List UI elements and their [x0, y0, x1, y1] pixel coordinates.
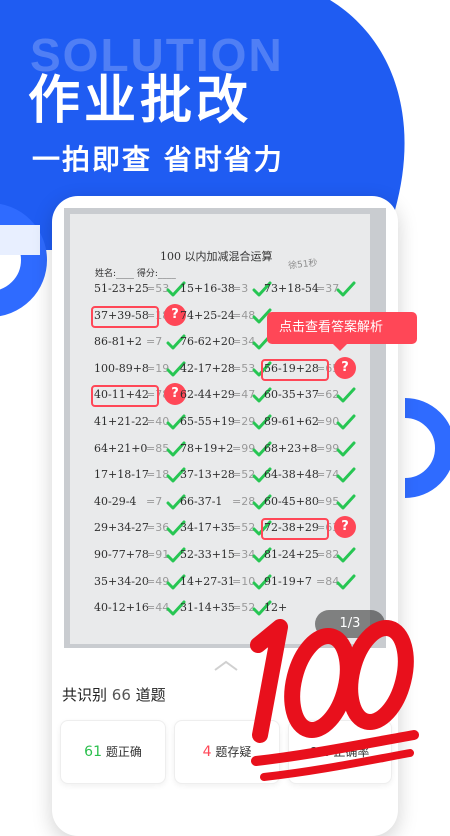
problem-text: 86-81+2: [94, 335, 142, 349]
problem-text: 65-55+19: [180, 415, 235, 428]
problem-text: 17+18-17: [94, 468, 149, 482]
stat-doubt-value: 4: [202, 744, 212, 760]
problem-text: 31-14+35: [180, 601, 235, 615]
problem-text: 29+34-27: [94, 521, 149, 535]
answer-tooltip[interactable]: 点击查看答案解析: [267, 312, 417, 344]
problem-text: 66-37-1: [180, 494, 223, 508]
check-mark-icon: [336, 281, 356, 297]
hero-title: 作业批改: [28, 71, 253, 131]
summary-suffix: 道题: [135, 686, 166, 704]
problem-text: 51-23+25: [94, 282, 149, 295]
check-mark-icon: [336, 547, 356, 563]
stat-card-correct: 61 题正确: [60, 720, 166, 784]
problem-text: 42-17+28: [180, 361, 235, 375]
stat-correct-label: 题正确: [105, 745, 142, 759]
problem-text: 64-38+48: [264, 468, 319, 482]
check-mark-icon: [336, 441, 356, 457]
check-mark-icon: [336, 467, 356, 483]
summary-prefix: 共识别: [62, 686, 108, 704]
problem-text: 15+16-38: [180, 282, 235, 295]
hero-subtitle: 一拍即查 省时省力: [32, 143, 284, 176]
hero-header: SOLUTION 作业批改 一拍即查 省时省力: [0, 0, 450, 200]
problem-text: 60-35+37: [264, 388, 319, 402]
tooltip-tail: [332, 343, 348, 351]
answer-text: =7: [146, 494, 163, 508]
question-mark-icon[interactable]: ?: [334, 356, 356, 379]
flagged-problem-box[interactable]: [91, 385, 159, 408]
problem-text: 40-29-4: [94, 494, 137, 508]
worksheet-meta: 姓名:____ 得分:____: [95, 269, 176, 279]
flagged-problem-box[interactable]: [91, 305, 159, 328]
summary-count: 66: [111, 686, 131, 704]
problem-text: 74+25-24: [180, 308, 235, 322]
check-mark-icon: [336, 387, 356, 403]
problem-text: 81-24+25: [264, 548, 319, 561]
problem-text: 34-17+35: [180, 521, 235, 535]
problem-text: 40-12+16: [94, 601, 149, 615]
problem-text: 41+21-22: [94, 415, 149, 428]
problem-text: 73+18-54: [264, 282, 319, 295]
problem-text: 35+34-20: [94, 574, 149, 588]
check-mark-icon: [336, 494, 356, 510]
check-mark-icon: [336, 414, 356, 430]
answer-text: =7: [146, 335, 163, 349]
hundred-stamp-icon: [250, 619, 419, 781]
problem-text: 60-45+80: [264, 494, 319, 508]
problem-text: 90-77+78: [94, 548, 149, 561]
flagged-problem-box[interactable]: [261, 358, 329, 381]
problem-text: 76-62+20: [180, 335, 235, 349]
problem-text: 52-33+15: [180, 548, 235, 561]
problem-text: 68+23+8: [264, 441, 318, 455]
problem-text: 37-13+28: [180, 468, 235, 482]
problem-text: 100-89+8: [94, 361, 149, 375]
summary-line: 共识别 66 道题: [62, 684, 166, 705]
problem-text: 64+21+0: [94, 441, 148, 455]
problem-text: 62-44+29: [180, 388, 235, 402]
worksheet-title: 100 以内加减混合运算: [160, 250, 273, 263]
answer-text: =3: [232, 282, 249, 295]
chevron-up-icon[interactable]: [213, 660, 239, 672]
stat-correct-value: 61: [84, 744, 102, 760]
problem-text: 78+19+2: [180, 441, 234, 455]
problem-text: 14+27-31: [180, 574, 235, 588]
flagged-problem-box[interactable]: [261, 518, 329, 541]
problem-text: 89-61+62: [264, 415, 319, 428]
